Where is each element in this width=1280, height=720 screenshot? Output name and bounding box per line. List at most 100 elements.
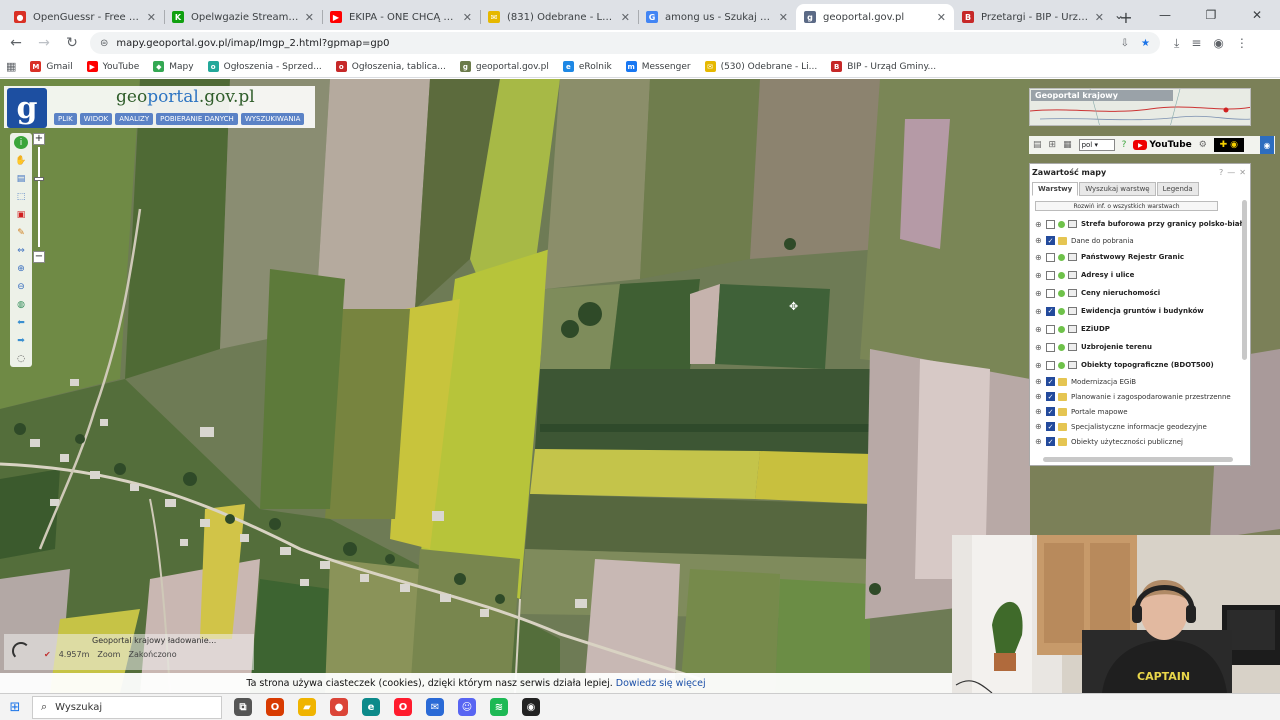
expand-icon[interactable]: ⊕ [1035, 271, 1043, 280]
expand-icon[interactable]: ⊕ [1035, 289, 1043, 298]
thunderbird-taskbar-icon[interactable]: ✉ [426, 698, 444, 716]
opera-taskbar-icon[interactable]: O [394, 698, 412, 716]
bookmark-item[interactable]: ◆ Mapy [153, 61, 194, 72]
spotify-taskbar-icon[interactable]: ≋ [490, 698, 508, 716]
layer-row[interactable]: ⊕ Państwowy Rejestr Granic [1030, 248, 1250, 266]
geoportal-menu-item[interactable]: WYSZUKIWANIA [240, 113, 305, 125]
layer-row[interactable]: ⊕ ✓ Portale mapowe [1030, 404, 1250, 419]
zoom-knob[interactable] [34, 177, 44, 181]
layers-vertical-scrollbar[interactable] [1242, 200, 1247, 360]
layer-checkbox[interactable] [1046, 219, 1055, 229]
tab-search-icon[interactable]: ⌄ [1096, 0, 1142, 30]
locate-icon[interactable]: ◌ [14, 352, 28, 365]
layer-row[interactable]: ⊕ ✓ Specjalistyczne informacje geodezyjne [1030, 419, 1250, 434]
zoom-out-button[interactable]: − [33, 251, 45, 263]
tab-close-icon[interactable]: ✕ [937, 11, 946, 24]
layer-checkbox[interactable]: ✓ [1046, 407, 1055, 416]
expand-icon[interactable]: ⊕ [1035, 307, 1043, 316]
bookmark-item[interactable]: g geoportal.gov.pl [459, 61, 549, 72]
layers-tab[interactable]: Wyszukaj warstwę [1079, 182, 1156, 196]
browser-tab[interactable]: ● OpenGuessr - Free GeoGuessr A ✕ [6, 4, 164, 30]
layer-row[interactable]: ⊕ Ceny nieruchomości [1030, 284, 1250, 302]
geoportal-logo[interactable]: g [7, 88, 47, 128]
browser-tab[interactable]: K Opelwgazie Stream - Watch Liv ✕ [164, 4, 322, 30]
language-select[interactable]: pol ▾ [1078, 139, 1115, 151]
browser-tab[interactable]: g geoportal.gov.pl ✕ [796, 4, 954, 30]
layer-row[interactable]: ⊕ ✓ Ewidencja gruntów i budynków [1030, 302, 1250, 320]
edge-taskbar-icon[interactable]: e [362, 698, 380, 716]
discord-taskbar-icon[interactable]: ☺ [458, 698, 476, 716]
expand-icon[interactable]: ⊕ [1035, 407, 1043, 416]
layer-checkbox[interactable] [1046, 288, 1055, 298]
menu-kebab-icon[interactable]: ⋮ [1236, 36, 1248, 51]
expand-icon[interactable]: ⊕ [1035, 437, 1043, 446]
tab-close-icon[interactable]: ✕ [621, 11, 630, 24]
url-text[interactable]: mapy.geoportal.gov.pl/imap/Imgp_2.html?g… [116, 38, 389, 49]
side-eye-button[interactable]: ◉ [1260, 136, 1274, 154]
reload-button[interactable]: ↻ [60, 31, 84, 55]
layer-checkbox[interactable]: ✓ [1046, 306, 1055, 316]
tab-close-icon[interactable]: ✕ [779, 11, 788, 24]
bookmark-item[interactable]: e eRolnik [562, 61, 612, 72]
layer-row[interactable]: ⊕ ✓ Planowanie i zagospodarowanie przestrz… [1030, 389, 1250, 404]
browser-tab[interactable]: BPrzetargi - BIP - Urząd Gminy L✕ [954, 4, 1112, 30]
expand-icon[interactable]: ⊕ [1035, 392, 1043, 401]
zoom-out-tool-icon[interactable]: ⊖ [14, 280, 28, 293]
expand-icon[interactable]: ⊕ [1035, 422, 1043, 431]
layer-row[interactable]: ⊕ ✓ Dane do pobrania [1030, 233, 1250, 248]
youtube-link[interactable]: ▶ YouTube [1133, 140, 1192, 150]
expand-icon[interactable]: ⊕ [1035, 361, 1043, 370]
layers-tab[interactable]: Legenda [1156, 182, 1199, 196]
minimize-button[interactable]: — [1142, 0, 1188, 30]
layer-row[interactable]: ⊕ ✓ Obiekty użyteczności publicznej [1030, 434, 1250, 449]
bookmark-item[interactable]: m Messenger [625, 61, 691, 72]
omnibox[interactable]: ⊜ mapy.geoportal.gov.pl/imap/Imgp_2.html… [90, 32, 1160, 54]
scale-ruler-icon[interactable]: ⇔ [14, 244, 28, 257]
browser-tab[interactable]: Gamong us - Szukaj w Google ✕ [638, 4, 796, 30]
expand-icon[interactable]: ⊕ [1035, 236, 1043, 245]
zoom-in-button[interactable]: + [33, 133, 45, 145]
layer-checkbox[interactable]: ✓ [1046, 437, 1055, 446]
draw-pencil-icon[interactable]: ✎ [14, 226, 28, 239]
expand-icon[interactable]: ⊕ [1035, 377, 1043, 386]
expand-icon[interactable]: ⊕ [1035, 253, 1043, 262]
media-control-icon[interactable]: ≡ [1191, 36, 1201, 51]
zoom-in-tool-icon[interactable]: ⊕ [14, 262, 28, 275]
maximize-button[interactable]: ❐ [1188, 0, 1234, 30]
bookmark-item[interactable]: o Ogłoszenia - Sprzed... [207, 61, 322, 72]
layer-row[interactable]: ⊕ Uzbrojenie terenu [1030, 338, 1250, 356]
layers-horizontal-scrollbar[interactable] [1043, 457, 1233, 462]
obs-taskbar-icon[interactable]: ◉ [522, 698, 540, 716]
help-icon[interactable]: ? [1122, 140, 1127, 150]
settings-icon[interactable]: ⚙ [1199, 140, 1207, 150]
expand-icon[interactable]: ⊕ [1035, 220, 1043, 229]
bookmark-item[interactable]: ▶ YouTube [86, 61, 139, 72]
taskbar-search-box[interactable]: ⌕ Wyszukaj [32, 695, 222, 719]
zoom-track[interactable] [38, 147, 40, 247]
pan-hand-icon[interactable]: ✋ [14, 154, 28, 167]
geoportal-menu-item[interactable]: WIDOK [79, 113, 113, 125]
layer-checkbox[interactable] [1046, 342, 1055, 352]
measure-icon[interactable]: ▤ [14, 172, 28, 185]
layer-checkbox[interactable]: ✓ [1046, 377, 1055, 386]
task-view-taskbar-icon[interactable]: ⧉ [234, 698, 252, 716]
layer-checkbox[interactable]: ✓ [1046, 236, 1055, 245]
downloads-icon[interactable]: ⤓ [1174, 36, 1179, 51]
expand-icon[interactable]: ⊕ [1035, 343, 1043, 352]
overview-minimap[interactable]: Geoportal krajowy [1029, 88, 1251, 126]
tab-close-icon[interactable]: ✕ [147, 11, 156, 24]
close-window-button[interactable]: ✕ [1234, 0, 1280, 30]
tab-close-icon[interactable]: ✕ [463, 11, 472, 24]
geoportal-menu-item[interactable]: POBIERANIE DANYCH [156, 113, 238, 125]
bookmark-star-icon[interactable]: ★ [1141, 38, 1150, 49]
zoom-slider[interactable]: + − [33, 133, 45, 263]
tab-close-icon[interactable]: ✕ [305, 11, 314, 24]
office-taskbar-icon[interactable]: O [266, 698, 284, 716]
layer-row[interactable]: ⊕ Strefa buforowa przy granicy polsko-bia… [1030, 215, 1250, 233]
back-button[interactable]: ← [4, 31, 28, 55]
layer-checkbox[interactable] [1046, 324, 1055, 334]
geoportal-menu-item[interactable]: ANALIZY [115, 113, 154, 125]
share-icon[interactable]: ⊞ [1049, 140, 1057, 150]
previous-view-icon[interactable]: ⬅ [14, 316, 28, 329]
select-area-icon[interactable]: ⬚ [14, 190, 28, 203]
